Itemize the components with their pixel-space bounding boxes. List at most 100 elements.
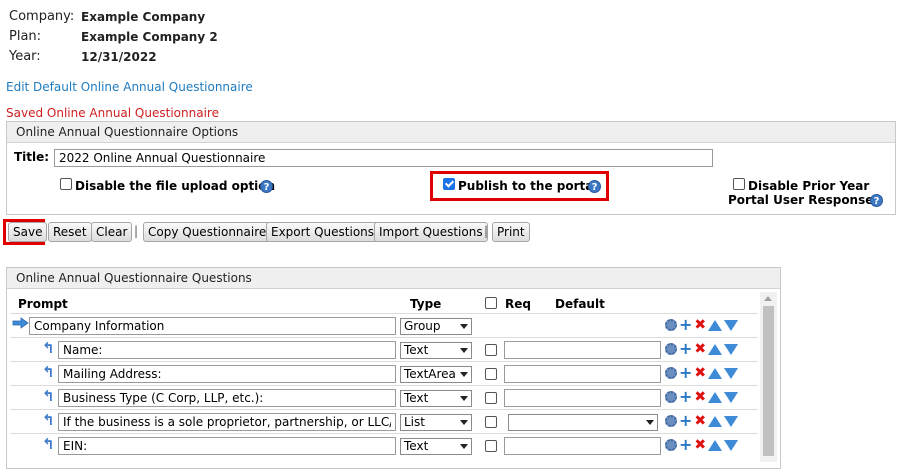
type-select-value: Text <box>404 391 429 405</box>
chevron-down-icon <box>460 420 468 425</box>
column-default: Default <box>555 297 605 311</box>
row-divider <box>10 409 758 410</box>
req-checkbox[interactable] <box>485 392 497 404</box>
type-select-value: Group <box>404 319 441 333</box>
x-icon[interactable]: ✖ <box>694 390 706 404</box>
arrow-up-icon[interactable] <box>708 319 723 331</box>
req-checkbox[interactable] <box>485 344 497 356</box>
print-button[interactable]: Print <box>492 222 530 242</box>
edit-default-link[interactable]: Edit Default Online Annual Questionnaire <box>6 80 253 94</box>
prompt-input[interactable] <box>58 437 396 455</box>
curved-back-arrow-icon: ↰ <box>42 411 55 429</box>
disable-prior-checkbox[interactable] <box>733 178 745 190</box>
reset-button[interactable]: Reset <box>48 222 92 242</box>
req-checkbox[interactable] <box>485 416 497 428</box>
scroll-up-icon[interactable] <box>764 296 772 301</box>
chevron-down-icon <box>646 420 654 425</box>
row-actions: + ✖ <box>665 365 739 381</box>
plus-icon[interactable]: + <box>679 413 692 429</box>
default-select[interactable] <box>508 414 658 431</box>
x-icon[interactable]: ✖ <box>694 438 706 452</box>
company-label: Company: <box>9 9 75 24</box>
gear-icon[interactable] <box>665 439 677 451</box>
arrow-down-icon[interactable] <box>724 439 739 451</box>
default-input[interactable] <box>504 341 661 359</box>
plus-icon[interactable]: + <box>679 437 692 453</box>
arrow-down-icon[interactable] <box>724 391 739 403</box>
chevron-down-icon <box>460 348 468 353</box>
scrollbar-thumb[interactable] <box>763 306 774 456</box>
row-divider <box>10 385 758 386</box>
disable-prior-label-line1: Disable Prior Year <box>748 179 870 193</box>
prompt-input[interactable] <box>29 317 396 335</box>
year-value: 12/31/2022 <box>81 50 157 64</box>
disable-prior-label-line2: Portal User Responses <box>728 193 881 207</box>
toolbar-separator: | <box>484 224 489 238</box>
arrow-up-icon[interactable] <box>708 439 723 451</box>
row-actions: + ✖ <box>665 389 739 405</box>
arrow-up-icon[interactable] <box>708 391 723 403</box>
row-actions: + ✖ <box>665 413 739 429</box>
question-circle-icon[interactable]: ? <box>870 194 883 207</box>
arrow-down-icon[interactable] <box>724 319 739 331</box>
gear-icon[interactable] <box>665 343 677 355</box>
x-icon[interactable]: ✖ <box>694 366 706 380</box>
column-type: Type <box>410 297 442 311</box>
year-label: Year: <box>9 49 41 64</box>
disable-upload-checkbox[interactable] <box>60 178 72 190</box>
arrow-down-icon[interactable] <box>724 367 739 379</box>
curved-back-arrow-icon: ↰ <box>42 339 55 357</box>
chevron-down-icon <box>460 396 468 401</box>
row-actions: + ✖ <box>665 341 739 357</box>
type-select[interactable]: Group <box>400 318 472 335</box>
import-questions-button[interactable]: Import Questions <box>374 222 488 242</box>
req-checkbox[interactable] <box>485 368 497 380</box>
default-input[interactable] <box>504 437 661 455</box>
prompt-input[interactable] <box>58 413 396 431</box>
type-select-value: List <box>404 415 425 429</box>
x-icon[interactable]: ✖ <box>694 414 706 428</box>
req-checkbox[interactable] <box>485 440 497 452</box>
arrow-down-icon[interactable] <box>724 415 739 427</box>
default-input[interactable] <box>504 365 661 383</box>
gear-icon[interactable] <box>665 319 677 331</box>
questions-panel-header: Online Annual Questionnaire Questions <box>7 268 780 289</box>
type-select[interactable]: List <box>400 414 472 431</box>
plan-label: Plan: <box>9 29 42 44</box>
save-button[interactable]: Save <box>8 222 48 242</box>
export-questions-button[interactable]: Export Questions <box>266 222 380 242</box>
default-input[interactable] <box>504 389 661 407</box>
type-select[interactable]: Text <box>400 390 472 407</box>
arrow-up-icon[interactable] <box>708 415 723 427</box>
x-icon[interactable]: ✖ <box>694 318 706 332</box>
type-select[interactable]: Text <box>400 342 472 359</box>
gear-icon[interactable] <box>665 367 677 379</box>
column-prompt: Prompt <box>18 297 68 311</box>
disable-upload-label: Disable the file upload option <box>75 179 276 193</box>
plus-icon[interactable]: + <box>679 341 692 357</box>
arrow-down-icon[interactable] <box>724 343 739 355</box>
title-input[interactable] <box>54 149 713 167</box>
company-value: Example Company <box>81 10 206 24</box>
copy-questionnaire-button[interactable]: Copy Questionnaire <box>143 222 272 242</box>
gear-icon[interactable] <box>665 391 677 403</box>
req-all-checkbox[interactable] <box>485 297 497 309</box>
prompt-input[interactable] <box>58 341 396 359</box>
x-icon[interactable]: ✖ <box>694 342 706 356</box>
plus-icon[interactable]: + <box>679 365 692 381</box>
arrow-up-icon[interactable] <box>708 367 723 379</box>
arrow-up-icon[interactable] <box>708 343 723 355</box>
type-select-value: Text <box>404 439 429 453</box>
question-circle-icon[interactable]: ? <box>260 180 273 193</box>
plus-icon[interactable]: + <box>679 317 692 333</box>
question-circle-icon[interactable]: ? <box>588 180 601 193</box>
plus-icon[interactable]: + <box>679 389 692 405</box>
type-select[interactable]: TextArea <box>400 366 472 383</box>
type-select[interactable]: Text <box>400 438 472 455</box>
publish-checkbox[interactable] <box>443 178 455 190</box>
prompt-input[interactable] <box>58 365 396 383</box>
prompt-input[interactable] <box>58 389 396 407</box>
publish-label: Publish to the portal <box>458 179 598 193</box>
gear-icon[interactable] <box>665 415 677 427</box>
clear-button[interactable]: Clear <box>91 222 133 242</box>
